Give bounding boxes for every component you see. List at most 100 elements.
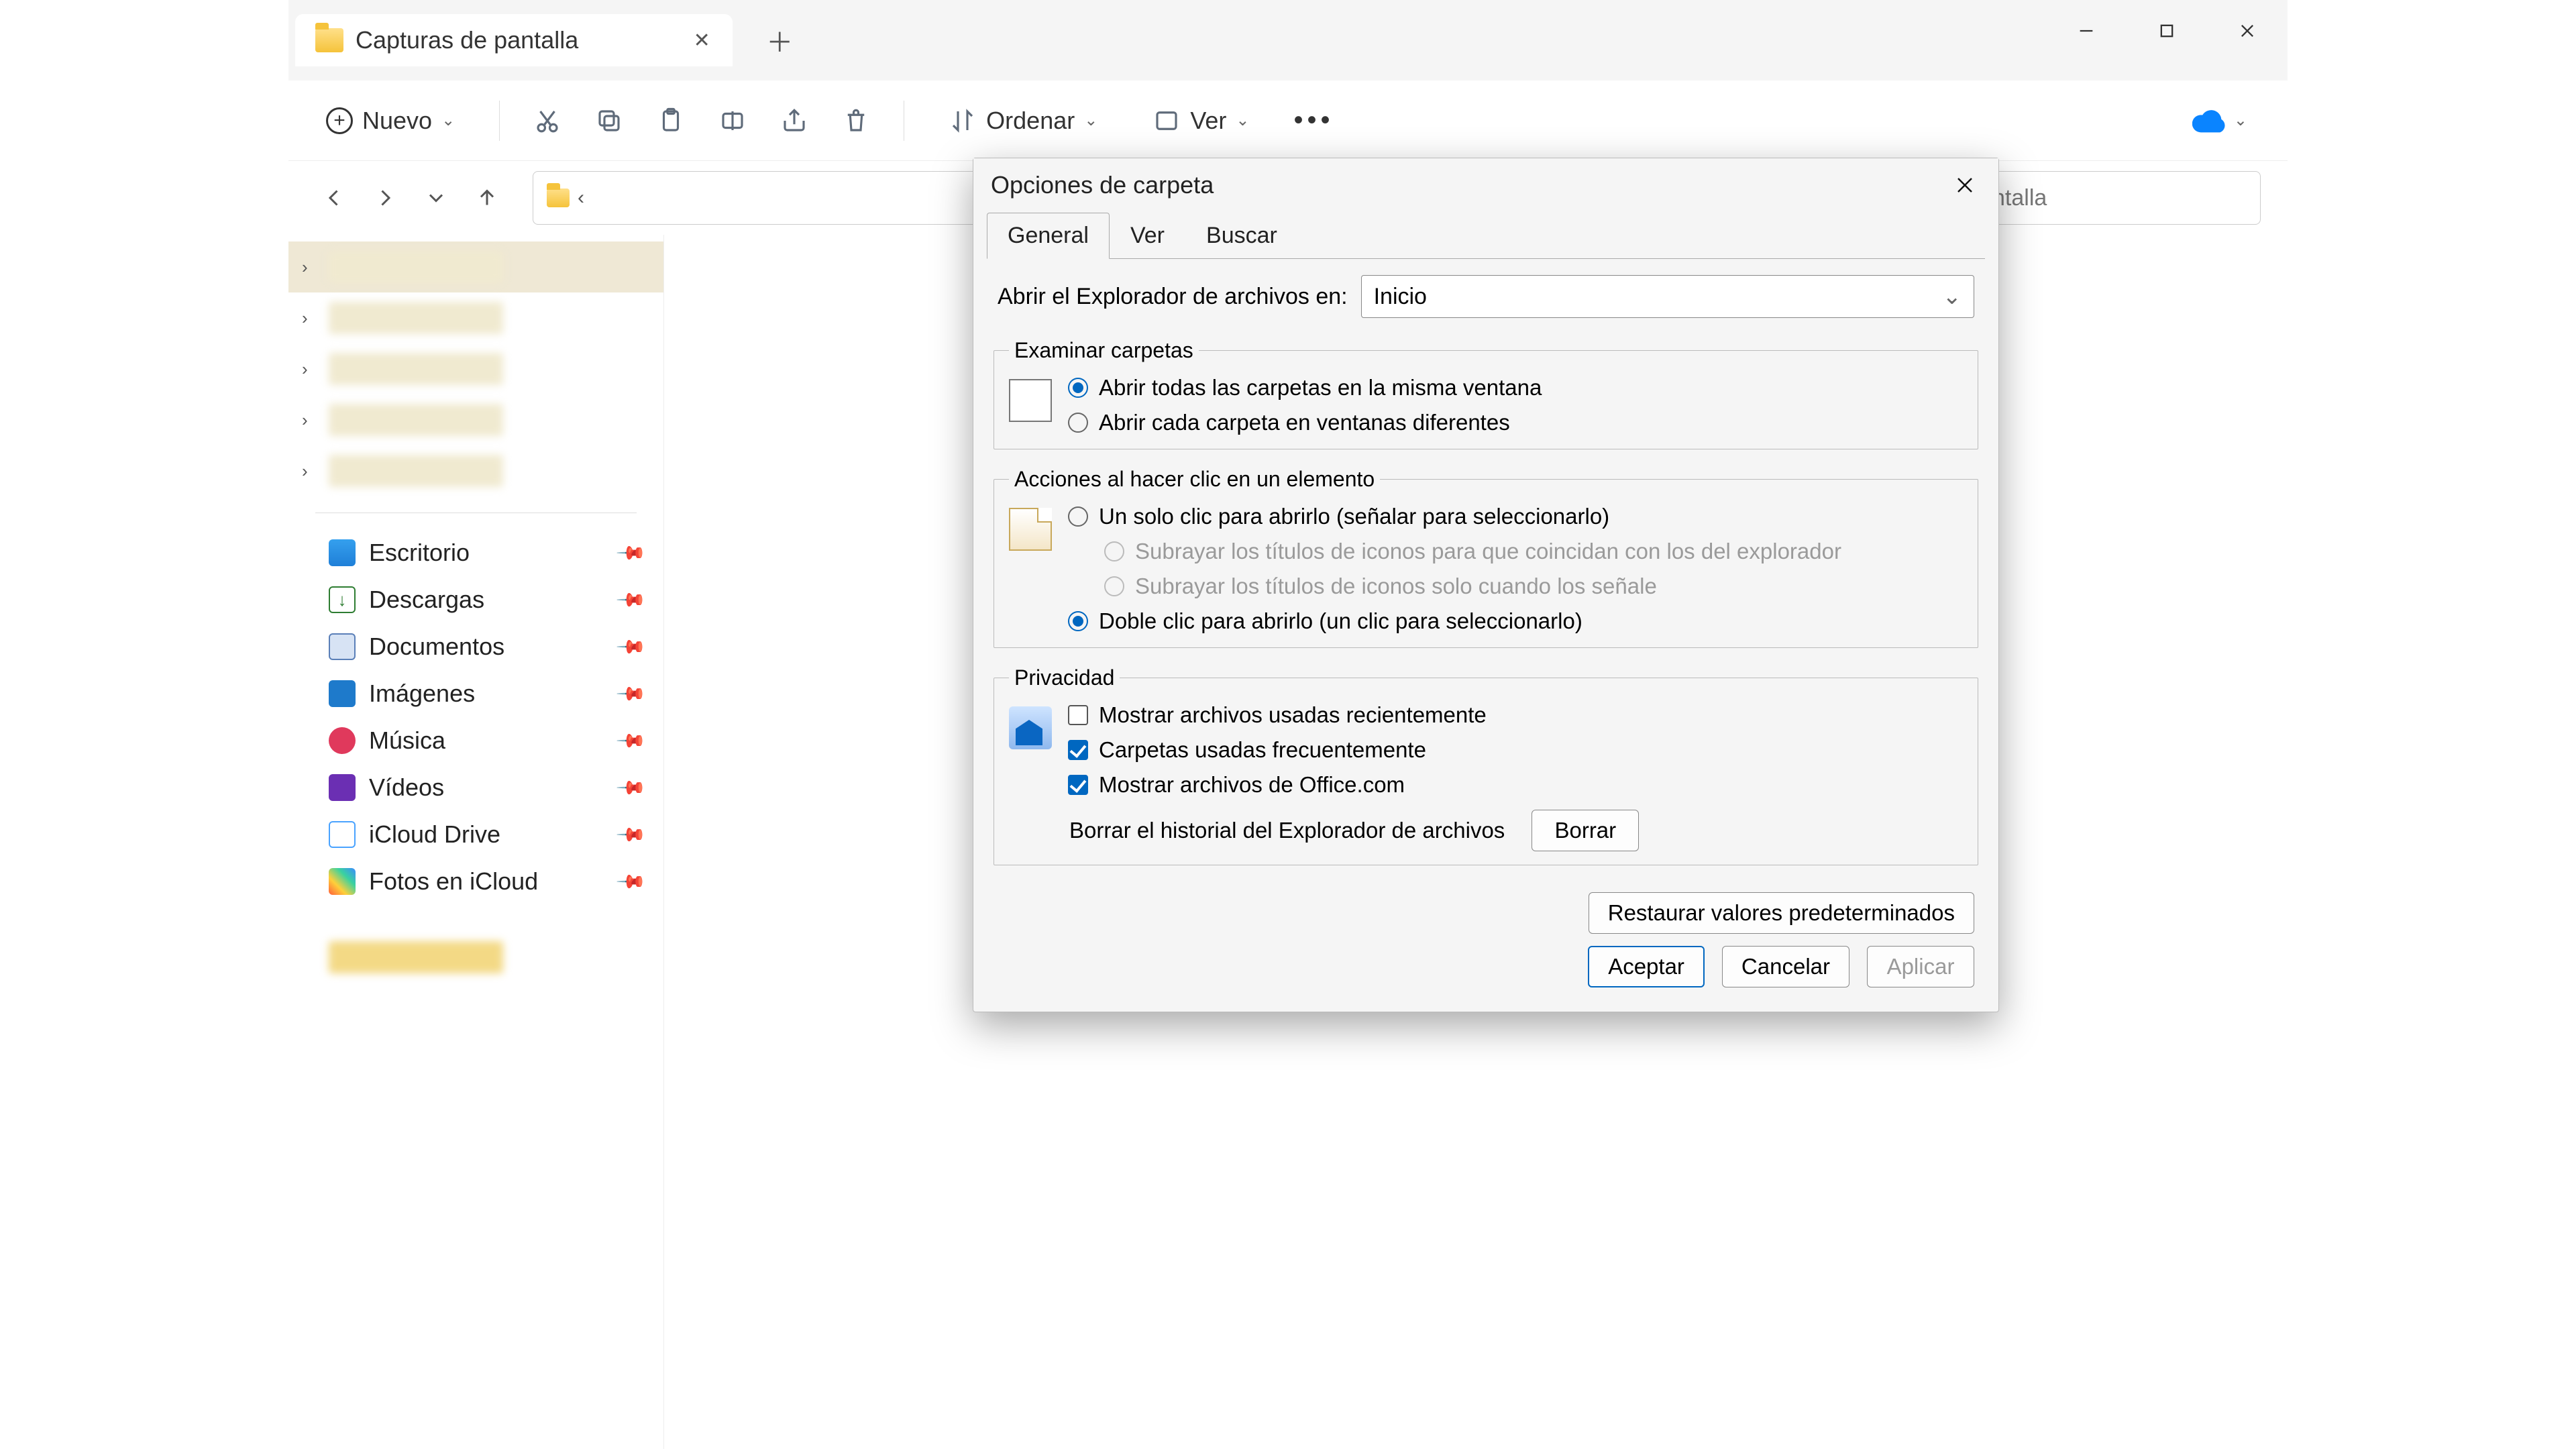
icloud-photos-icon <box>329 868 356 895</box>
radio-single-click[interactable]: Un solo clic para abrirlo (señalar para … <box>1068 504 1963 529</box>
rename-icon[interactable] <box>718 107 747 135</box>
dialog-close-button[interactable] <box>1949 169 1981 201</box>
downloads-icon: ↓ <box>329 586 356 613</box>
tree-item[interactable] <box>288 932 663 983</box>
music-icon <box>329 727 356 754</box>
more-button[interactable]: ••• <box>1294 105 1334 136</box>
videos-icon <box>329 774 356 801</box>
pictures-icon <box>329 680 356 707</box>
sort-icon <box>949 107 977 135</box>
sidebar-item-label: Documentos <box>369 633 504 661</box>
sidebar-item-downloads[interactable]: ↓ Descargas 📌 <box>288 576 663 623</box>
browse-folders-group: Examinar carpetas Abrir todas las carpet… <box>994 338 1978 449</box>
sidebar-item-icloud-drive[interactable]: iCloud Drive📌 <box>288 811 663 858</box>
clear-button[interactable]: Borrar <box>1532 810 1639 851</box>
documents-icon <box>329 633 356 660</box>
combo-value: Inicio <box>1374 284 1427 310</box>
delete-icon[interactable] <box>842 107 870 135</box>
minimize-button[interactable] <box>2046 0 2127 62</box>
click-legend: Acciones al hacer clic en un elemento <box>1009 467 1380 492</box>
cancel-button[interactable]: Cancelar <box>1722 946 1849 987</box>
click-actions-group: Acciones al hacer clic en un elemento Un… <box>994 467 1978 648</box>
forward-button[interactable] <box>366 179 404 217</box>
sidebar-item-label: Descargas <box>369 586 484 614</box>
check-recent-files[interactable]: Mostrar archivos usadas recientemente <box>1068 702 1963 728</box>
cut-icon[interactable] <box>533 107 561 135</box>
paste-icon[interactable] <box>657 107 685 135</box>
chevron-right-icon: › <box>302 308 308 329</box>
chevron-down-icon: ⌄ <box>1943 283 1962 310</box>
tab-view[interactable]: Ver <box>1110 213 1185 259</box>
tab-screenshots[interactable]: Capturas de pantalla ✕ <box>295 14 733 66</box>
checkbox-icon <box>1068 740 1088 760</box>
tree-item[interactable]: › <box>288 343 663 394</box>
tree-item[interactable]: › <box>288 292 663 343</box>
sidebar-item-label: Música <box>369 727 445 755</box>
tree-item[interactable]: › <box>288 394 663 445</box>
sidebar-item-icloud-photos[interactable]: Fotos en iCloud 📌 <box>288 858 663 905</box>
sort-button[interactable]: Ordenar ⌄ <box>938 100 1108 142</box>
pin-icon: 📌 <box>616 771 648 804</box>
radio-icon <box>1068 378 1088 398</box>
share-icon[interactable] <box>780 107 808 135</box>
tree-item[interactable]: › <box>288 241 663 292</box>
open-in-combo[interactable]: Inicio ⌄ <box>1361 275 1974 318</box>
clear-history-label: Borrar el historial del Explorador de ar… <box>1069 818 1505 843</box>
radio-icon <box>1104 576 1124 596</box>
pin-icon: 📌 <box>616 584 648 616</box>
sidebar-item-pictures[interactable]: Imágenes📌 <box>288 670 663 717</box>
radio-icon <box>1104 541 1124 561</box>
window-icon <box>1009 379 1052 422</box>
radio-same-window[interactable]: Abrir todas las carpetas en la misma ven… <box>1068 375 1963 400</box>
window-controls <box>2046 0 2288 62</box>
chevron-down-icon: ⌄ <box>1084 111 1097 130</box>
tree-item[interactable]: › <box>288 445 663 496</box>
pin-icon: 📌 <box>616 724 648 757</box>
pin-icon: 📌 <box>616 818 648 851</box>
check-frequent-folders[interactable]: Carpetas usadas frecuentemente <box>1068 737 1963 763</box>
maximize-button[interactable] <box>2127 0 2207 62</box>
pin-icon: 📌 <box>616 678 648 710</box>
sidebar-item-label: Escritorio <box>369 539 470 567</box>
sidebar-item-music[interactable]: Música 📌 <box>288 717 663 764</box>
sidebar-item-desktop[interactable]: Escritorio📌 <box>288 529 663 576</box>
back-button[interactable] <box>315 179 353 217</box>
breadcrumb-chevron-icon: ‹ <box>578 186 584 209</box>
apply-button[interactable]: Aplicar <box>1867 946 1974 987</box>
close-tab-icon[interactable]: ✕ <box>691 30 712 51</box>
checkbox-icon <box>1068 775 1088 795</box>
tab-search[interactable]: Buscar <box>1185 213 1298 259</box>
add-tab-button[interactable]: ＋ <box>759 20 800 60</box>
radio-underline-point: Subrayar los títulos de iconos solo cuan… <box>1104 574 1963 599</box>
check-office-files[interactable]: Mostrar archivos de Office.com <box>1068 772 1963 798</box>
pin-icon: 📌 <box>616 865 648 898</box>
view-label: Ver <box>1190 107 1226 135</box>
radio-icon <box>1068 413 1088 433</box>
view-button[interactable]: Ver ⌄ <box>1142 100 1260 142</box>
sort-label: Ordenar <box>986 107 1075 135</box>
radio-diff-window[interactable]: Abrir cada carpeta en ventanas diferente… <box>1068 410 1963 435</box>
cloud-icon <box>2192 109 2227 133</box>
ok-button[interactable]: Aceptar <box>1588 946 1705 987</box>
privacy-legend: Privacidad <box>1009 665 1120 690</box>
radio-underline-browser: Subrayar los títulos de iconos para que … <box>1104 539 1963 564</box>
radio-icon <box>1068 506 1088 527</box>
tab-title: Capturas de pantalla <box>356 26 578 54</box>
desktop-icon <box>329 539 356 566</box>
up-button[interactable] <box>468 179 506 217</box>
copy-icon[interactable] <box>595 107 623 135</box>
tab-general[interactable]: General <box>987 213 1110 259</box>
privacy-group: Privacidad Mostrar archivos usadas recie… <box>994 665 1978 865</box>
new-button[interactable]: + Nuevo ⌄ <box>315 100 466 142</box>
close-window-button[interactable] <box>2207 0 2288 62</box>
tab-bar: Capturas de pantalla ✕ ＋ <box>288 0 2288 80</box>
sidebar-item-documents[interactable]: Documentos📌 <box>288 623 663 670</box>
folder-icon <box>315 28 343 52</box>
sidebar-item-label: Fotos en iCloud <box>369 867 538 896</box>
restore-defaults-button[interactable]: Restaurar valores predeterminados <box>1589 892 1974 934</box>
radio-double-click[interactable]: Doble clic para abrirlo (un clic para se… <box>1068 608 1963 634</box>
onedrive-status[interactable]: ⌄ <box>2192 109 2247 133</box>
recent-button[interactable] <box>417 179 455 217</box>
sidebar-item-videos[interactable]: Vídeos📌 <box>288 764 663 811</box>
dialog-title: Opciones de carpeta <box>991 171 1214 199</box>
